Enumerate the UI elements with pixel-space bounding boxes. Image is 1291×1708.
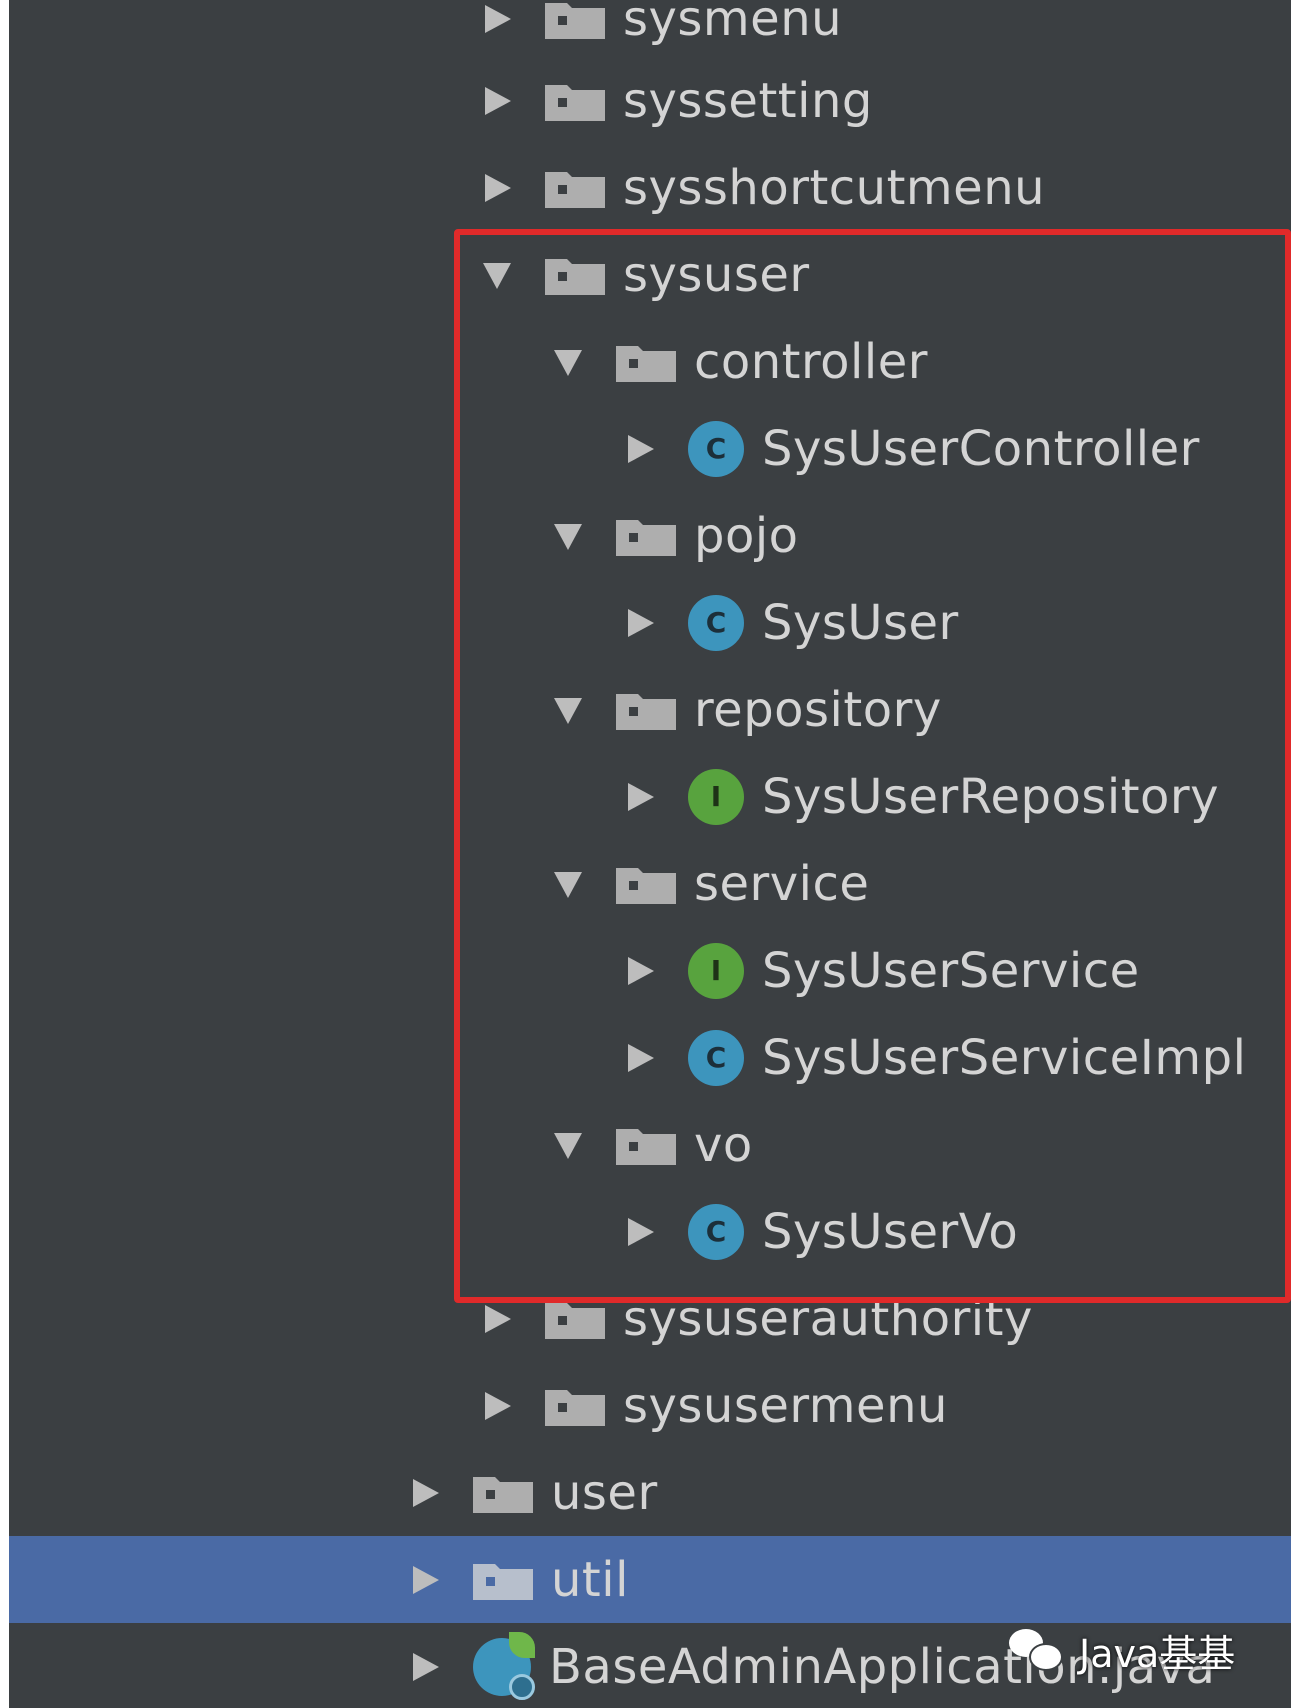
tree-item-sysmenu[interactable]: sysmenu [9,0,1291,62]
tree-item-sysshortcutmenu[interactable]: sysshortcutmenu [9,144,1291,231]
package-folder-icon [545,0,605,39]
chevron-right-icon[interactable] [479,83,515,119]
watermark: Java基基 [1009,1623,1235,1678]
chevron-right-icon[interactable] [479,1,515,37]
chevron-right-icon[interactable] [407,1649,443,1685]
tree-item-sysusermenu[interactable]: sysusermenu [9,1362,1291,1449]
project-tree-panel: sysmenu syssetting sysshortcutmenu sysus… [9,0,1291,1708]
tree-item-label: sysmenu [623,0,843,47]
tree-item-syssetting[interactable]: syssetting [9,57,1291,144]
package-folder-icon [545,1299,605,1339]
chevron-right-icon[interactable] [479,1301,515,1337]
tree-item-user[interactable]: user [9,1449,1291,1536]
tree-item-label: sysshortcutmenu [623,159,1046,216]
tree-item-label: sysusermenu [623,1377,948,1434]
tree-item-label: syssetting [623,72,873,129]
package-folder-icon [545,81,605,121]
wechat-icon [1009,1628,1063,1673]
package-folder-icon [473,1560,533,1600]
tree-item-util[interactable]: util [9,1536,1291,1623]
tree-item-label: util [551,1551,629,1608]
chevron-right-icon[interactable] [479,1388,515,1424]
package-folder-icon [473,1473,533,1513]
spring-application-icon [473,1631,535,1700]
package-folder-icon [545,168,605,208]
chevron-right-icon[interactable] [407,1475,443,1511]
highlight-box [454,229,1291,1303]
chevron-right-icon[interactable] [479,170,515,206]
watermark-text: Java基基 [1079,1632,1236,1676]
chevron-right-icon[interactable] [407,1562,443,1598]
tree-item-label: user [551,1464,658,1521]
package-folder-icon [545,1386,605,1426]
